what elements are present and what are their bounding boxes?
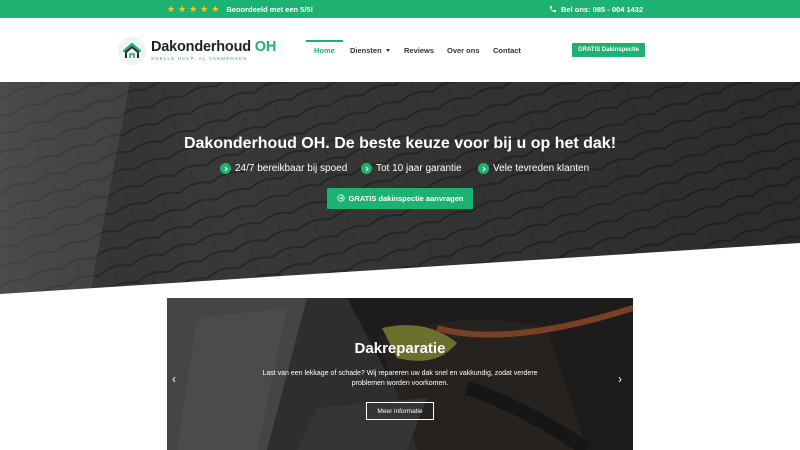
logo-name-main: Dakonderhoud bbox=[151, 39, 251, 55]
feature-item: Vele tevreden klanten bbox=[478, 163, 589, 174]
arrow-circle-icon bbox=[336, 193, 345, 204]
hero-cta-button[interactable]: GRATIS dakinspectie aanvragen bbox=[327, 188, 473, 209]
slide-title: Dakreparatie bbox=[354, 340, 446, 357]
slider-prev-arrow-icon[interactable]: ‹ bbox=[172, 373, 182, 385]
star-icon: ★ bbox=[167, 3, 176, 14]
hero: Dakonderhoud OH. De beste keuze voor bij… bbox=[0, 82, 800, 294]
chevron-right-icon bbox=[478, 163, 489, 174]
caret-down-icon bbox=[385, 48, 390, 52]
slider-next-arrow-icon[interactable]: › bbox=[618, 373, 628, 385]
logo-tagline: SNELLE HULP, AL VAKMENSEN bbox=[151, 56, 248, 61]
header-cta-button[interactable]: GRATIS Dakinspectie bbox=[572, 43, 645, 57]
phone-icon bbox=[549, 5, 557, 13]
feature-label: Tot 10 jaar garantie bbox=[376, 163, 462, 174]
feature-label: Vele tevreden klanten bbox=[493, 163, 590, 174]
top-bar: ★ ★ ★ ★ ★ Beoordeeld met een 5/5! Bel on… bbox=[0, 0, 800, 18]
nav-label: Diensten bbox=[350, 45, 382, 55]
house-logo-icon bbox=[118, 37, 146, 65]
logo-name-accent: OH bbox=[254, 39, 277, 55]
phone-link[interactable]: Bel ons: 085 - 004 1432 bbox=[549, 0, 643, 18]
nav-item-over-ons[interactable]: Over ons bbox=[447, 40, 480, 60]
nav-label: Contact bbox=[493, 45, 521, 55]
star-icon: ★ bbox=[200, 3, 209, 14]
rating-text: Beoordeeld met een 5/5! bbox=[226, 4, 314, 14]
feature-label: 24/7 bereikbaar bij spoed bbox=[235, 163, 348, 174]
slide-text: Last van een lekkage of schade? Wij repa… bbox=[262, 370, 538, 387]
hero-cta-label: GRATIS dakinspectie aanvragen bbox=[348, 194, 464, 203]
nav-label: Over ons bbox=[447, 45, 480, 55]
nav-item-contact[interactable]: Contact bbox=[493, 40, 521, 60]
logo-name: Dakonderhoud OH bbox=[151, 39, 276, 55]
nav-item-home[interactable]: Home bbox=[306, 40, 343, 60]
nav-label: Home bbox=[314, 45, 335, 55]
nav-label: Reviews bbox=[404, 45, 435, 55]
feature-item: Tot 10 jaar garantie bbox=[361, 163, 462, 174]
star-icon: ★ bbox=[211, 3, 220, 14]
hero-features: 24/7 bereikbaar bij spoed Tot 10 jaar ga… bbox=[0, 163, 800, 177]
chevron-right-icon bbox=[220, 163, 231, 174]
nav-item-diensten[interactable]: Diensten bbox=[350, 40, 390, 60]
star-icon: ★ bbox=[189, 3, 198, 14]
more-info-button[interactable]: Meer informatie bbox=[366, 402, 434, 420]
star-icon: ★ bbox=[178, 3, 187, 14]
rating: ★ ★ ★ ★ ★ Beoordeeld met een 5/5! bbox=[167, 0, 313, 18]
feature-item: 24/7 bereikbaar bij spoed bbox=[220, 163, 347, 174]
services-slider: ‹ › Dakreparatie Last van een lekkage of… bbox=[167, 298, 633, 450]
site-header: Dakonderhoud OH SNELLE HULP, AL VAKMENSE… bbox=[0, 18, 800, 82]
logo[interactable]: Dakonderhoud OH SNELLE HULP, AL VAKMENSE… bbox=[118, 37, 276, 65]
chevron-right-icon bbox=[361, 163, 372, 174]
nav-item-reviews[interactable]: Reviews bbox=[404, 40, 434, 60]
phone-text: Bel ons: 085 - 004 1432 bbox=[561, 4, 644, 14]
hero-title: Dakonderhoud OH. De beste keuze voor bij… bbox=[183, 135, 617, 152]
